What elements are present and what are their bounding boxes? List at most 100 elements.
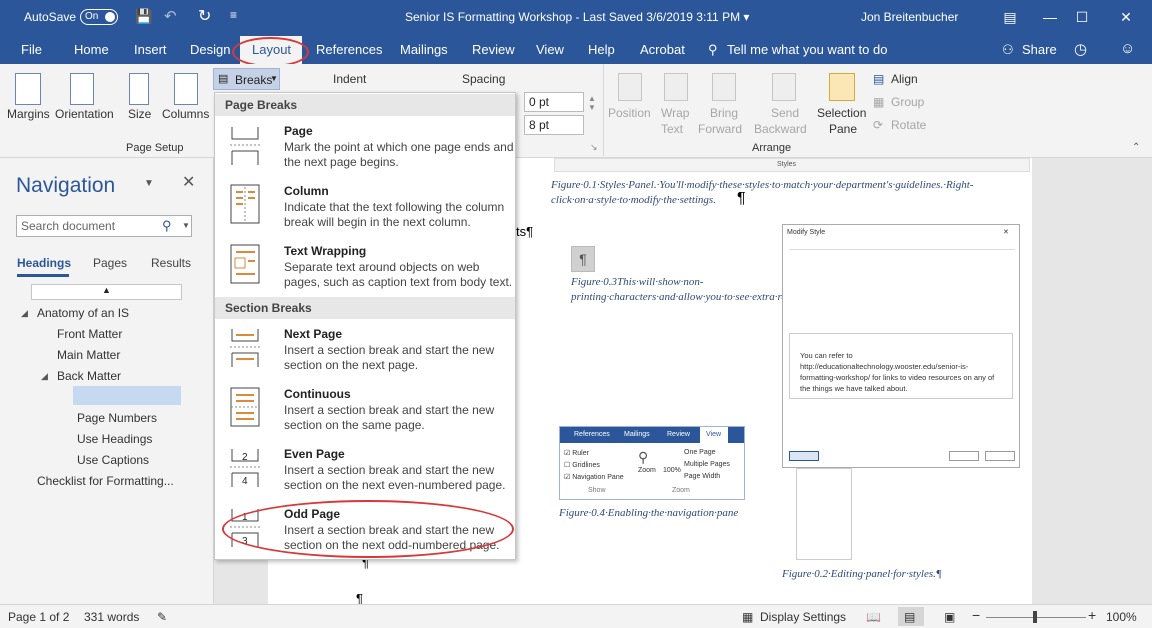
ribbon-display-icon[interactable]: ▤ [996, 6, 1024, 28]
undo-icon[interactable]: ↶ [164, 7, 177, 25]
close-icon[interactable]: ✕ [182, 172, 195, 192]
share-icon[interactable]: ⚇ [1002, 42, 1014, 58]
collapse-ribbon-icon[interactable]: ⌃ [1132, 142, 1140, 153]
proofing-icon[interactable]: ✎ [157, 610, 167, 624]
bring-forward-icon[interactable] [712, 73, 736, 101]
nav-heading-page-numbers[interactable]: Page Numbers [77, 411, 157, 425]
zoom-slider-thumb[interactable] [1033, 611, 1037, 623]
position-button[interactable]: Position [608, 106, 651, 120]
orientation-button[interactable]: Orientation [55, 107, 114, 121]
tab-design[interactable]: Design [190, 42, 230, 57]
align-button[interactable]: Align [891, 72, 918, 86]
nav-heading-anatomy[interactable]: Anatomy of an IS [37, 306, 129, 320]
user-name[interactable]: Jon Breitenbucher [861, 10, 958, 24]
nav-heading-use-headings[interactable]: Use Headings [77, 432, 152, 446]
size-button[interactable]: Size [128, 107, 151, 121]
selection-pane-button-line1[interactable]: Selection [817, 106, 866, 120]
inset-zoom-label: Zoom [638, 467, 656, 474]
break-page-item[interactable]: Page Mark the point at which one page en… [215, 119, 515, 175]
break-next-page-title: Next Page [284, 327, 343, 341]
minimize-icon[interactable]: — [1036, 6, 1064, 28]
wrap-text-button-line1[interactable]: Wrap [661, 106, 689, 120]
send-backward-icon[interactable] [772, 73, 796, 101]
zoom-out-icon[interactable]: − [972, 607, 980, 623]
nav-heading-selected-blank[interactable] [73, 386, 181, 405]
tab-insert[interactable]: Insert [134, 42, 167, 57]
search-icon[interactable]: ⚲ [162, 218, 172, 234]
page-count[interactable]: Page 1 of 2 [8, 610, 69, 624]
maximize-icon[interactable]: ☐ [1068, 6, 1096, 28]
bring-forward-button-line1[interactable]: Bring [710, 106, 738, 120]
tab-view[interactable]: View [536, 42, 564, 57]
position-icon[interactable] [618, 73, 642, 101]
tab-review[interactable]: Review [472, 42, 515, 57]
nav-heading-checklist[interactable]: Checklist for Formatting... [37, 474, 174, 488]
collapse-caret-icon[interactable]: ◢ [41, 371, 48, 382]
tab-help[interactable]: Help [588, 42, 615, 57]
break-even-page-desc: Insert a section break and start the new… [284, 463, 506, 492]
tab-references[interactable]: References [316, 42, 382, 57]
selection-pane-button-line2[interactable]: Pane [829, 122, 857, 136]
tab-headings[interactable]: Headings [17, 256, 71, 270]
tab-acrobat[interactable]: Acrobat [640, 42, 685, 57]
wrap-text-icon[interactable] [664, 73, 688, 101]
tab-home[interactable]: Home [74, 42, 109, 57]
autosave-toggle[interactable]: On [80, 9, 118, 25]
group-button[interactable]: Group [891, 95, 924, 109]
send-backward-button-line1[interactable]: Send [771, 106, 799, 120]
tab-pages[interactable]: Pages [93, 256, 127, 270]
nav-heading-front-matter[interactable]: Front Matter [57, 327, 122, 341]
size-icon[interactable] [129, 73, 149, 105]
bring-forward-button-line2[interactable]: Forward [698, 122, 742, 136]
collapse-all-bar[interactable]: ▲ [31, 284, 182, 300]
nav-heading-use-captions[interactable]: Use Captions [77, 453, 149, 467]
close-window-icon[interactable]: ✕ [1112, 6, 1140, 28]
break-text-wrapping-item[interactable]: Text Wrapping Separate text around objec… [215, 239, 515, 295]
margins-button[interactable]: Margins [7, 107, 50, 121]
smiley-icon[interactable]: ☺ [1120, 40, 1135, 57]
send-backward-button-line2[interactable]: Backward [754, 122, 807, 136]
lightbulb-icon: ⚲ [708, 42, 718, 57]
nav-options-icon[interactable]: ▼ [144, 178, 154, 189]
customize-qat-icon[interactable]: ≡ [230, 8, 237, 22]
break-even-page-item[interactable]: 2 4 Even Page Insert a section break and… [215, 442, 515, 498]
svg-text:4: 4 [242, 476, 248, 487]
tab-file[interactable]: File [21, 42, 42, 57]
tab-mailings[interactable]: Mailings [400, 42, 448, 57]
tell-me-search[interactable]: Tell me what you want to do [727, 42, 887, 57]
save-icon[interactable]: 💾 [135, 8, 152, 25]
spacing-after-input[interactable]: 8 pt [524, 115, 584, 135]
wrap-text-button-line2[interactable]: Text [661, 122, 683, 136]
zoom-in-icon[interactable]: + [1088, 607, 1096, 623]
margins-icon[interactable] [15, 73, 41, 105]
display-settings-icon[interactable]: ▦ [742, 610, 753, 624]
selection-pane-icon[interactable] [829, 73, 855, 101]
share-button[interactable]: Share [1022, 42, 1057, 57]
nav-heading-back-matter[interactable]: Back Matter [57, 369, 121, 383]
history-icon[interactable]: ◷ [1074, 40, 1087, 58]
read-mode-icon[interactable]: 📖 [866, 610, 881, 624]
breaks-button[interactable]: ▤ Breaks ▼ [213, 68, 280, 90]
web-layout-icon[interactable]: ▣ [944, 610, 955, 624]
ok-button [949, 451, 979, 461]
spacing-before-input[interactable]: 0 pt [524, 92, 584, 112]
redo-icon[interactable]: ↻ [198, 6, 211, 26]
print-layout-icon[interactable]: ▤ [904, 610, 915, 624]
search-dropdown-icon[interactable]: ▼ [182, 221, 190, 230]
columns-icon[interactable] [174, 73, 198, 105]
break-column-item[interactable]: Column Indicate that the text following … [215, 179, 515, 235]
display-settings-button[interactable]: Display Settings [760, 610, 846, 624]
word-count[interactable]: 331 words [84, 610, 139, 624]
orientation-icon[interactable] [70, 73, 94, 105]
spinner-icon[interactable]: ▲ ▼ [588, 94, 596, 112]
break-next-page-item[interactable]: Next Page Insert a section break and sta… [215, 322, 515, 378]
tab-results[interactable]: Results [151, 256, 191, 270]
collapse-caret-icon[interactable]: ◢ [21, 308, 28, 319]
rotate-button[interactable]: Rotate [891, 118, 926, 132]
break-continuous-item[interactable]: Continuous Insert a section break and st… [215, 382, 515, 438]
paragraph-launcher-icon[interactable]: ↘ [590, 142, 598, 153]
columns-button[interactable]: Columns [162, 107, 209, 121]
nav-heading-main-matter[interactable]: Main Matter [57, 348, 120, 362]
autosave-label: AutoSave [24, 10, 77, 24]
zoom-level[interactable]: 100% [1106, 610, 1137, 624]
